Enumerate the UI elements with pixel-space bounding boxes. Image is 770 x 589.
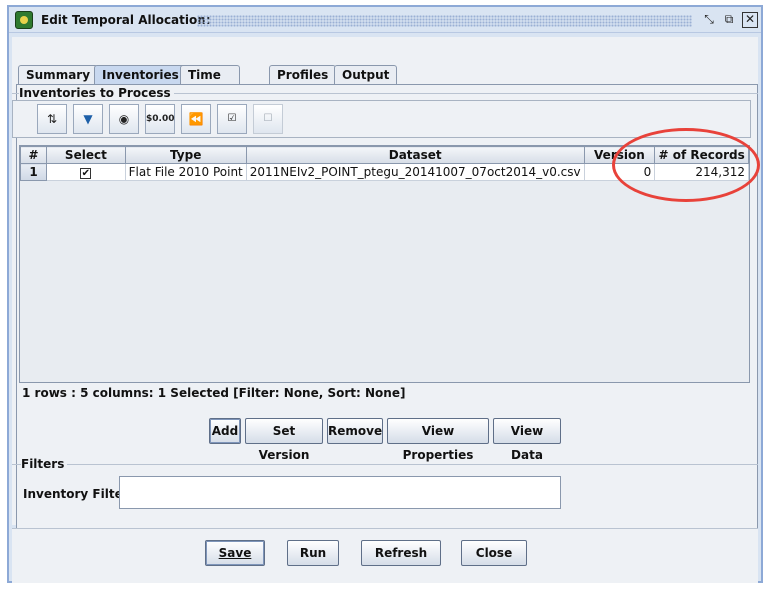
tab-time-period[interactable]: Time Period [180,65,240,100]
inventory-filter-label: Inventory Filter: [23,487,134,501]
title-bar-grip [197,15,692,27]
select-checkbox[interactable]: ✔ [80,168,92,179]
reset-icon[interactable]: ⏪ [181,104,211,134]
set-version-button[interactable]: Set Version [245,418,323,462]
view-data-button[interactable]: View Data [493,418,561,462]
close-button[interactable]: Close [461,540,527,566]
filters-group-title: Filters [21,457,68,471]
column-header-dataset[interactable]: Dataset [245,146,585,164]
tab-profiles[interactable]: Profiles [269,65,337,84]
table-toolbar: ⇅ ▼ ◉ $0.00 ⏪ ☑ ☐ [12,100,751,138]
run-button[interactable]: Run [287,540,339,566]
view-properties-button[interactable]: View Properties [387,418,489,462]
filter-icon[interactable]: ▼ [73,104,103,134]
app-icon [15,11,33,29]
title-bar[interactable]: Edit Temporal Allocation: ⤡ ⧉ ✕ [9,7,761,33]
view-icon[interactable]: ◉ [109,104,139,134]
restore-icon[interactable]: ⤡ [701,12,717,28]
clear-selection-icon[interactable]: ☐ [253,104,283,134]
add-button[interactable]: Add [209,418,241,444]
format-icon[interactable]: $0.00 [145,104,175,134]
row-number: 1 [19,163,48,181]
tab-output[interactable]: Output [334,65,398,84]
close-icon[interactable]: ✕ [742,12,758,28]
tab-inventories[interactable]: Inventories [94,65,187,85]
column-header-select[interactable]: Select [46,146,126,164]
dataset-cell: 2011NEIv2_POINT_ptegu_20141007_07oct2014… [245,163,585,181]
select-all-icon[interactable]: ☑ [217,104,247,134]
tab-summary[interactable]: Summary [18,65,99,84]
type-cell: Flat File 2010 Point [124,163,247,181]
inventories-group-title: Inventories to Process [19,86,174,100]
inventory-filter-input[interactable] [119,476,561,509]
maximize-icon[interactable]: ⧉ [721,12,737,28]
window-title: Edit Temporal Allocation: [41,13,211,27]
highlight-annotation-circle [612,128,760,202]
remove-button[interactable]: Remove [327,418,383,444]
refresh-button[interactable]: Refresh [361,540,441,566]
save-button[interactable]: Save [205,540,265,566]
table-status: 1 rows : 5 columns: 1 Selected [Filter: … [22,386,406,400]
sort-icon[interactable]: ⇅ [37,104,67,134]
column-header-type[interactable]: Type [124,146,247,164]
filters-group-border [12,464,758,465]
select-cell[interactable]: ✔ [46,163,126,181]
column-header-number[interactable]: # [19,146,48,164]
